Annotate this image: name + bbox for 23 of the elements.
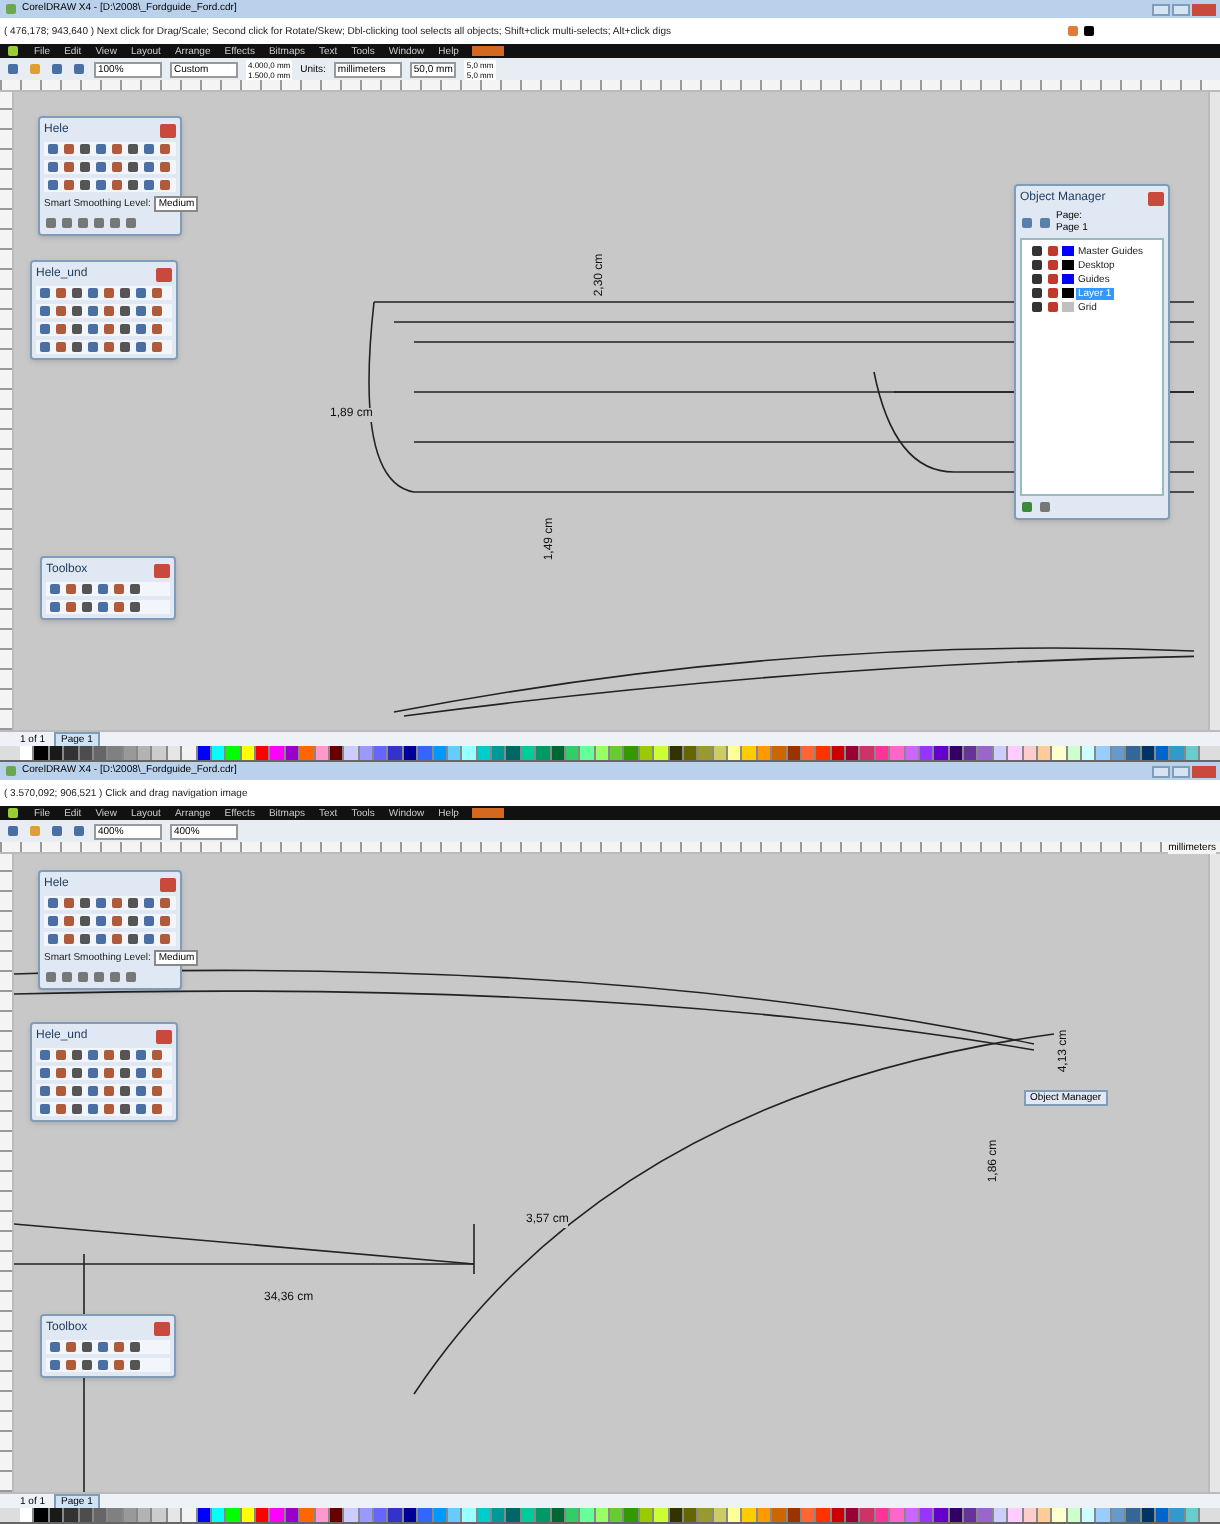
app-icon bbox=[6, 806, 20, 820]
promo-button[interactable] bbox=[472, 46, 505, 56]
close-button[interactable] bbox=[1148, 191, 1164, 205]
new-layer-icon[interactable] bbox=[1020, 500, 1034, 514]
app-icon bbox=[4, 2, 18, 16]
close-button[interactable] bbox=[160, 123, 176, 137]
color-palette[interactable] bbox=[0, 746, 1220, 760]
close-button[interactable] bbox=[160, 877, 176, 891]
close-button[interactable] bbox=[154, 1321, 170, 1335]
close-button[interactable] bbox=[156, 1029, 172, 1043]
close-button[interactable] bbox=[1192, 3, 1216, 15]
scroll-bar[interactable] bbox=[1208, 854, 1220, 1492]
close-button[interactable] bbox=[154, 563, 170, 577]
close-button[interactable] bbox=[1192, 765, 1216, 777]
scroll-bar[interactable] bbox=[1208, 92, 1220, 730]
promo-button[interactable] bbox=[472, 808, 505, 818]
color-palette[interactable] bbox=[0, 1508, 1220, 1522]
delete-icon[interactable] bbox=[1038, 500, 1052, 514]
app-icon bbox=[4, 764, 18, 778]
outline-color-icon bbox=[1082, 24, 1096, 38]
app-icon bbox=[6, 44, 20, 58]
fill-color-icon bbox=[1066, 24, 1080, 38]
close-button[interactable] bbox=[156, 267, 172, 281]
